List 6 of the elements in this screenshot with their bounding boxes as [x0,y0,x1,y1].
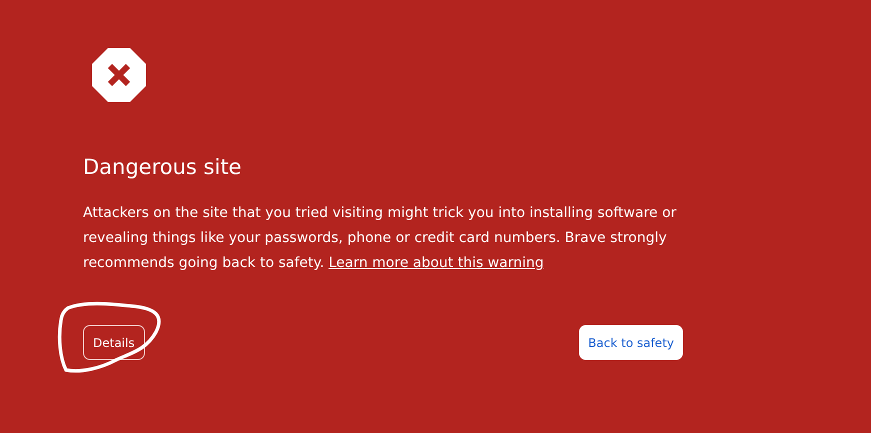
warning-message: Attackers on the site that you tried visiting might trick you into installing software or revealing things like your passwords, phone or credit card numbers. Brave strongly recommends going back to safety. Learn more about this warning [83,204,678,273]
error-icon [92,48,146,102]
details-button[interactable]: Details [83,325,145,360]
learn-more-link[interactable]: Learn more about this warning [328,255,544,271]
back-to-safety-button[interactable]: Back to safety [579,325,683,360]
page-heading: Dangerous site [83,154,242,181]
